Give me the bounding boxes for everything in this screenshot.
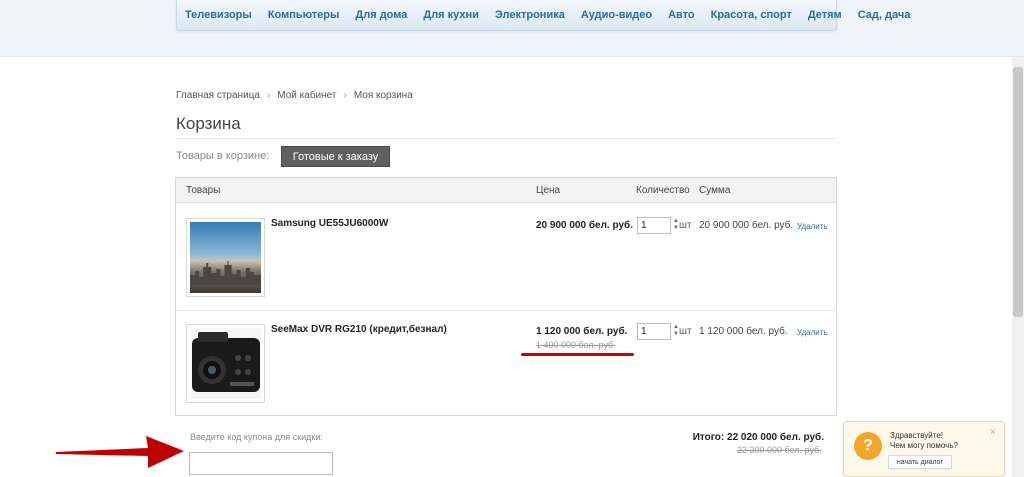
cart-table-header: Товары Цена Количество Сумма	[176, 178, 836, 203]
nav-item-beauty-sport[interactable]: Красота, спорт	[711, 9, 792, 21]
nav-item-computers[interactable]: Компьютеры	[268, 9, 340, 21]
quantity-unit: шт	[679, 220, 692, 231]
quantity-input[interactable]	[637, 217, 671, 234]
category-nav: Телевизоры Компьютеры Для дома Для кухни…	[176, 0, 910, 31]
product-old-price: 1 400 000 бел. руб.	[536, 340, 616, 350]
nav-item-kitchen[interactable]: Для кухни	[423, 9, 479, 21]
help-question-icon: ?	[854, 432, 882, 460]
scrollbar-thumb[interactable]	[1013, 67, 1023, 317]
header-quantity: Количество	[636, 185, 690, 196]
cart-table: Товары Цена Количество Сумма Samsung UE5…	[175, 177, 837, 416]
nav-item-electronics[interactable]: Электроника	[495, 9, 565, 21]
delete-link[interactable]: Удалить	[797, 328, 828, 337]
breadcrumb: Главная страница › Мой кабинет › Моя кор…	[176, 90, 413, 101]
cart-total: Итого: 22 020 000 бел. руб.	[693, 432, 824, 443]
nav-item-home[interactable]: Для дома	[355, 9, 407, 21]
page-title: Корзина	[176, 114, 241, 133]
row-sum: 20 900 000 бел. руб.	[699, 220, 794, 231]
breadcrumb-separator-icon: ›	[343, 90, 347, 101]
old-total: 22 300 000 бел. руб.	[737, 445, 822, 455]
product-price: 1 120 000 бел. руб.	[536, 326, 628, 337]
row-divider	[177, 310, 835, 311]
coupon-input[interactable]	[189, 452, 333, 475]
skyline-graphic	[190, 261, 261, 285]
breadcrumb-separator-icon: ›	[266, 90, 271, 101]
title-divider	[176, 138, 837, 139]
product-name[interactable]: SeeMax DVR RG210 (кредит,безнал)	[271, 324, 447, 335]
start-dialog-button[interactable]: начать диалог	[888, 455, 952, 469]
breadcrumb-home[interactable]: Главная страница	[176, 90, 260, 101]
nav-item-garden[interactable]: Сад, дача	[858, 9, 911, 21]
header-products: Товары	[186, 185, 221, 196]
ready-to-order-button[interactable]: Готовые к заказу	[281, 146, 390, 167]
product-name[interactable]: Samsung UE55JU6000W	[271, 218, 388, 229]
total-label: Итого:	[692, 432, 725, 443]
breadcrumb-current: Моя корзина	[353, 90, 413, 101]
quantity-unit: шт	[679, 326, 692, 337]
chat-widget: ? Здравствуйте! Чем могу помочь? начать …	[843, 421, 1005, 477]
coupon-label: Введите код купона для скидки:	[190, 432, 323, 442]
nav-item-audio-video[interactable]: Аудио-видео	[581, 9, 652, 21]
cart-items-label: Товары в корзине:	[176, 150, 270, 162]
nav-item-auto[interactable]: Авто	[668, 9, 695, 21]
chat-help-text: Чем могу помочь?	[890, 441, 958, 450]
header-sum: Сумма	[699, 185, 731, 196]
breadcrumb-account[interactable]: Мой кабинет	[277, 90, 336, 101]
product-price: 20 900 000 бел. руб.	[536, 220, 633, 231]
row-sum: 1 120 000 бел. руб.	[699, 326, 788, 337]
annotation-arrow-icon	[56, 436, 184, 468]
nav-item-tv[interactable]: Телевизоры	[185, 9, 252, 21]
chat-greeting: Здравствуйте!	[890, 431, 944, 440]
tv-product-image[interactable]	[186, 218, 265, 297]
city-photo	[190, 222, 261, 293]
dvr-product-image[interactable]	[186, 324, 265, 403]
total-value: 22 020 000 бел. руб.	[727, 432, 824, 443]
page: Телевизоры Компьютеры Для дома Для кухни…	[0, 0, 1024, 477]
close-icon[interactable]: ×	[990, 427, 996, 438]
delete-link[interactable]: Удалить	[797, 222, 828, 231]
header-price: Цена	[536, 185, 561, 196]
dvr-photo	[190, 328, 261, 399]
dvr-graphic	[192, 332, 260, 392]
quantity-input[interactable]	[637, 323, 671, 340]
nav-item-kids[interactable]: Детям	[808, 9, 842, 21]
page-scrollbar[interactable]	[1012, 57, 1024, 477]
annotation-underline	[521, 353, 634, 356]
